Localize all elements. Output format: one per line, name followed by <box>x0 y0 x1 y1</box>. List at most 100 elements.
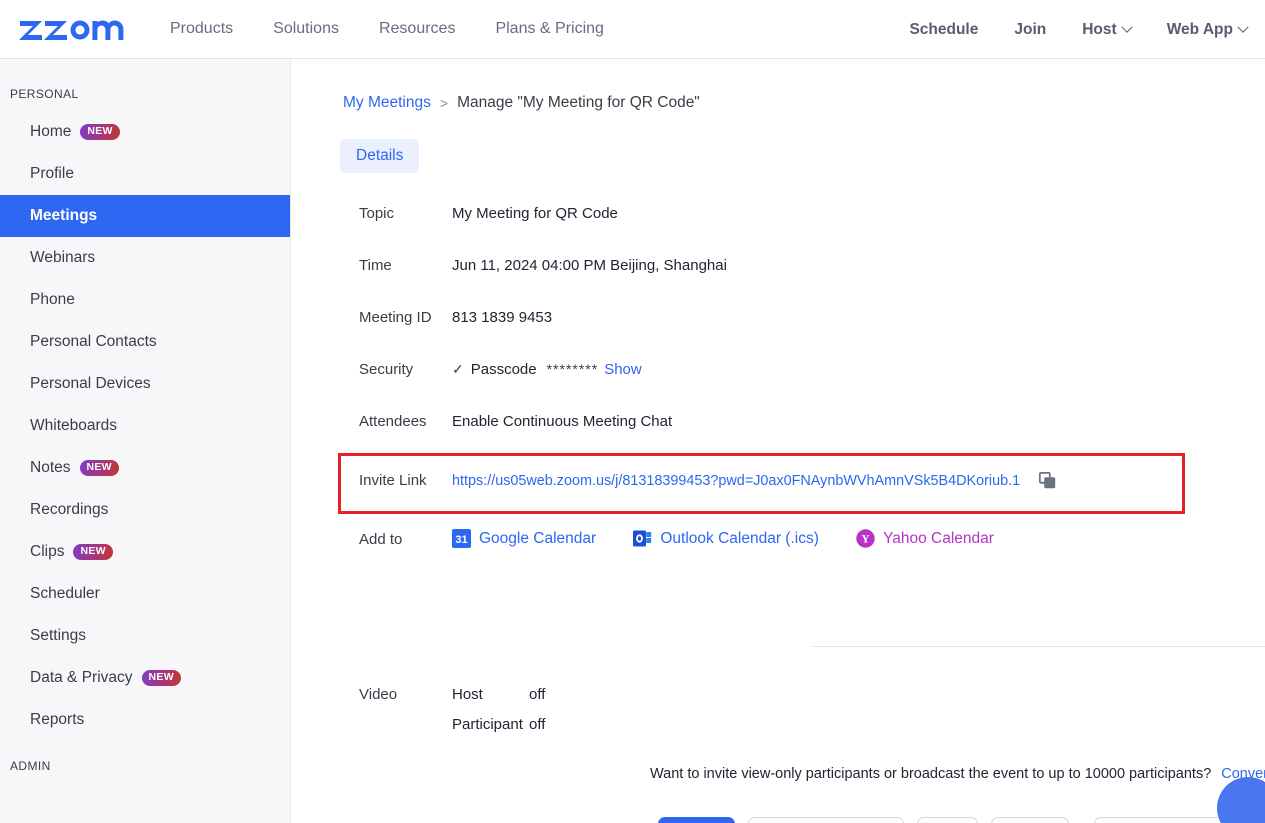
video-settings-block: Video Host off Participant off <box>292 679 1265 739</box>
sidebar-item-label: Data & Privacy <box>30 669 133 686</box>
sidebar-item-label: Webinars <box>30 249 96 266</box>
zoom-web-portal: Products Solutions Resources Plans & Pri… <box>0 0 1265 823</box>
nav-item-join[interactable]: Join <box>1014 21 1046 39</box>
detail-value-security: ✓ Passcode ******** Show <box>452 350 1265 378</box>
sidebar-item-phone[interactable]: Phone <box>0 279 290 321</box>
detail-value-invite-link: https://us05web.zoom.us/j/81318399453?pw… <box>452 454 1265 490</box>
detail-row-attendees: Attendees Enable Continuous Meeting Chat <box>292 402 1265 454</box>
new-badge: NEW <box>141 669 181 687</box>
video-host-key: Host <box>452 685 483 703</box>
tab-details[interactable]: Details <box>340 139 420 173</box>
nav-item-web-app[interactable]: Web App <box>1166 20 1249 39</box>
sidebar-item-personal-devices[interactable]: Personal Devices <box>0 363 290 405</box>
show-passcode-link[interactable]: Show <box>604 361 642 378</box>
sidebar-item-label: Meetings <box>30 207 98 224</box>
nav-item-solutions[interactable]: Solutions <box>273 20 339 38</box>
tab-bar: Details <box>340 139 420 173</box>
sidebar-item-data-privacy[interactable]: Data & Privacy NEW <box>0 657 290 699</box>
zoom-logo[interactable] <box>18 14 128 44</box>
yahoo-calendar-icon: Y <box>856 529 875 548</box>
detail-label-video: Video <box>359 685 398 703</box>
nav-item-host[interactable]: Host <box>1082 20 1133 39</box>
primary-nav-links: Products Solutions Resources Plans & Pri… <box>170 20 644 38</box>
sidebar-item-home[interactable]: Home NEW <box>0 111 290 153</box>
edit-button[interactable]: Edit <box>916 817 978 823</box>
sidebar-item-label: Reports <box>30 711 85 728</box>
detail-label-topic: Topic <box>359 205 395 222</box>
sidebar-item-label: Settings <box>30 627 87 644</box>
video-row-host: Video Host off <box>292 679 1265 709</box>
sidebar-item-label: Personal Contacts <box>30 333 157 350</box>
sidebar-item-personal-contacts[interactable]: Personal Contacts <box>0 321 290 363</box>
passcode-label: Passcode <box>470 361 537 378</box>
sidebar: PERSONAL Home NEW Profile Meetings Webin… <box>0 59 291 823</box>
breadcrumb-link-my-meetings[interactable]: My Meetings <box>343 94 431 112</box>
detail-row-add-to-calendar: Add to 31 Google Calendar Outlook Calend… <box>292 516 1265 568</box>
detail-label-add-to: Add to <box>359 531 403 548</box>
detail-label-attendees: Attendees <box>359 413 427 430</box>
invite-link-url[interactable]: https://us05web.zoom.us/j/81318399453?pw… <box>452 473 1020 489</box>
outlook-calendar-link[interactable]: Outlook Calendar (.ics) <box>633 529 819 548</box>
top-navigation-bar: Products Solutions Resources Plans & Pri… <box>0 0 1265 59</box>
sidebar-item-whiteboards[interactable]: Whiteboards <box>0 405 290 447</box>
outlook-calendar-icon <box>633 529 652 548</box>
detail-row-time: Time Jun 11, 2024 04:00 PM Beijing, Shan… <box>292 246 1265 298</box>
sidebar-item-settings[interactable]: Settings <box>0 615 290 657</box>
sidebar-item-label: Recordings <box>30 501 109 518</box>
sidebar-item-scheduler[interactable]: Scheduler <box>0 573 290 615</box>
sidebar-item-label: Home <box>30 123 72 140</box>
detail-value-attendees: Enable Continuous Meeting Chat <box>452 413 673 430</box>
chevron-down-icon <box>1121 21 1133 33</box>
sidebar-item-label: Clips <box>30 543 65 560</box>
yahoo-calendar-link[interactable]: Y Yahoo Calendar <box>856 529 994 548</box>
nav-item-resources[interactable]: Resources <box>379 20 455 38</box>
meeting-detail-list: Topic My Meeting for QR Code Time Jun 11… <box>292 194 1265 568</box>
action-button-bar: Start Copy Invitation Edit Delete <box>658 817 1082 823</box>
sidebar-group-personal: PERSONAL <box>10 87 79 101</box>
sidebar-item-label: Whiteboards <box>30 417 118 434</box>
svg-text:Y: Y <box>861 534 870 546</box>
nav-item-host-label: Host <box>1082 20 1117 38</box>
new-badge: NEW <box>73 543 113 561</box>
detail-value-time: Jun 11, 2024 04:00 PM Beijing, Shanghai <box>452 257 727 274</box>
google-calendar-link[interactable]: 31 Google Calendar <box>452 529 596 548</box>
sidebar-item-reports[interactable]: Reports <box>0 699 290 741</box>
video-participant-value: off <box>529 715 546 733</box>
nav-item-products[interactable]: Products <box>170 20 233 38</box>
sidebar-item-profile[interactable]: Profile <box>0 153 290 195</box>
video-row-participant: Participant off <box>292 709 1265 739</box>
new-badge: NEW <box>79 459 119 477</box>
detail-label-meeting-id: Meeting ID <box>359 309 432 326</box>
sidebar-item-notes[interactable]: Notes NEW <box>0 447 290 489</box>
detail-value-topic: My Meeting for QR Code <box>452 205 618 222</box>
sidebar-item-recordings[interactable]: Recordings <box>0 489 290 531</box>
webinar-note-text: Want to invite view-only participants or… <box>650 766 1212 782</box>
breadcrumb: My Meetings > Manage "My Meeting for QR … <box>343 94 700 112</box>
account-nav-links: Schedule Join Host Web App <box>873 0 1249 59</box>
breadcrumb-current: Manage "My Meeting for QR Code" <box>457 94 700 111</box>
sidebar-item-label: Personal Devices <box>30 375 151 392</box>
nav-item-schedule[interactable]: Schedule <box>909 21 978 39</box>
nav-item-web-app-label: Web App <box>1166 20 1233 38</box>
chat-bubble-widget[interactable] <box>1217 777 1265 823</box>
nav-item-schedule-label: Schedule <box>909 20 979 38</box>
sidebar-item-webinars[interactable]: Webinars <box>0 237 290 279</box>
copy-icon[interactable] <box>1039 471 1057 490</box>
sidebar-item-clips[interactable]: Clips NEW <box>0 531 290 573</box>
sidebar-group-admin: ADMIN <box>10 759 51 773</box>
sidebar-item-meetings[interactable]: Meetings <box>0 195 290 237</box>
delete-button[interactable]: Delete <box>990 817 1069 823</box>
yahoo-calendar-label: Yahoo Calendar <box>883 529 994 547</box>
google-calendar-label: Google Calendar <box>479 529 597 547</box>
start-button[interactable]: Start <box>658 817 736 823</box>
passcode-masked-value: ******** <box>546 361 599 377</box>
video-participant-key: Participant <box>452 715 523 733</box>
sidebar-scrollbar[interactable] <box>290 65 291 590</box>
copy-invitation-button[interactable]: Copy Invitation <box>748 817 904 823</box>
calendar-link-group: 31 Google Calendar Outlook Calendar (.ic… <box>452 516 1265 552</box>
detail-row-invite-link: Invite Link https://us05web.zoom.us/j/81… <box>292 454 1265 516</box>
detail-label-security: Security <box>359 361 414 378</box>
nav-item-plans-pricing[interactable]: Plans & Pricing <box>495 20 604 38</box>
webinar-upsell-note: Want to invite view-only participants or… <box>650 766 1265 782</box>
detail-row-meeting-id: Meeting ID 813 1839 9453 <box>292 298 1265 350</box>
